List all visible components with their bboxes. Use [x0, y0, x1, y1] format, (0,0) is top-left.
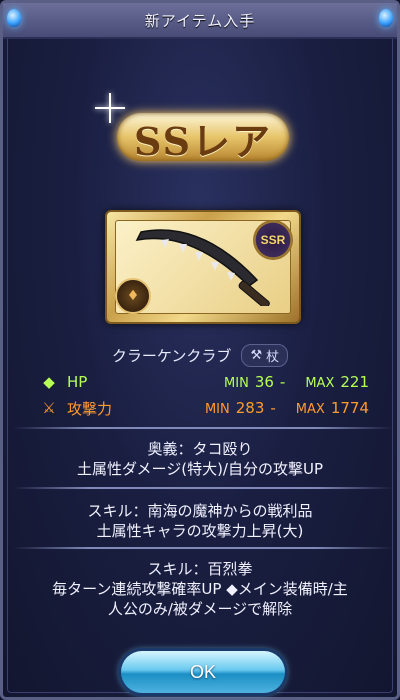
attack-min-tag: MIN: [204, 402, 230, 417]
divider: [13, 427, 393, 429]
skill2-effect-line2: 人公のみ/被ダメージで解除: [107, 600, 293, 618]
item-card: SSR ♦: [107, 212, 299, 322]
stat-row-attack: ⚔ 攻撃力 MIN 283 - MAX 1774: [39, 395, 369, 421]
stat-label-hp: HP: [67, 373, 88, 391]
dialog-title: 新アイテム入手: [144, 11, 256, 30]
hp-values: MIN 36 - MAX 221: [224, 373, 369, 391]
hp-min-value: 36: [254, 373, 274, 391]
ougi-name: 奥義：タコ殴り: [147, 440, 253, 458]
dialog-title-bar: 新アイテム入手: [3, 3, 397, 39]
ok-button[interactable]: OK: [121, 651, 285, 693]
ougi-description: 奥義：タコ殴り 土属性ダメージ(特大)/自分の攻撃UP: [3, 439, 397, 479]
skill2-description: スキル：百烈拳 毎ターン連続攻撃確率UP ◆メイン装備時/主 人公のみ/被ダメー…: [3, 559, 397, 619]
attack-max-tag: MAX: [295, 402, 325, 417]
attack-min-value: 283: [235, 399, 265, 417]
attack-values: MIN 283 - MAX 1774: [205, 399, 369, 417]
item-obtained-dialog: 新アイテム入手 SSレア SSR ♦ クラーケンクラブ ⚒ 杖 ◆ HP MIN…: [0, 0, 400, 700]
range-dash: -: [270, 399, 276, 417]
ssr-badge: SSR: [253, 220, 293, 260]
stat-label-attack: 攻撃力: [67, 399, 113, 418]
blue-gem-icon: [379, 9, 393, 27]
range-dash: -: [279, 373, 286, 391]
weapon-type-label: 杖: [266, 349, 280, 365]
hp-diamond-icon: ◆: [43, 373, 55, 391]
hp-min-tag: MIN: [224, 376, 249, 391]
sword-icon: ⚔: [42, 399, 56, 417]
hammer-icon: ⚒: [250, 347, 263, 363]
skill1-effect: 土属性キャラの攻撃力上昇(大): [96, 522, 304, 540]
stats-panel: ◆ HP MIN 36 - MAX 221 ⚔ 攻撃力 MIN 283 - MA…: [39, 369, 369, 421]
earth-element-icon: ♦: [115, 278, 151, 314]
ougi-effect: 土属性ダメージ(特大)/自分の攻撃UP: [76, 460, 324, 478]
rarity-label: SSレア: [133, 118, 273, 164]
attack-max-value: 1774: [330, 399, 369, 417]
weapon-type-chip: ⚒ 杖: [241, 343, 289, 367]
stat-row-hp: ◆ HP MIN 36 - MAX 221: [39, 369, 369, 395]
rarity-banner: SSレア: [103, 103, 303, 173]
skill1-description: スキル：南海の魔神からの戦利品 土属性キャラの攻撃力上昇(大): [3, 501, 397, 541]
skill2-name: スキル：百烈拳: [147, 560, 253, 578]
divider: [13, 487, 393, 489]
item-name: クラーケンクラブ: [111, 346, 232, 365]
item-name-row: クラーケンクラブ ⚒ 杖: [3, 343, 397, 367]
skill2-effect-line1: 毎ターン連続攻撃確率UP ◆メイン装備時/主: [52, 580, 348, 598]
divider: [13, 547, 393, 549]
skill1-name: スキル：南海の魔神からの戦利品: [87, 502, 313, 520]
hp-max-tag: MAX: [305, 376, 335, 391]
blue-gem-icon: [7, 9, 21, 27]
hp-max-value: 221: [340, 373, 369, 391]
